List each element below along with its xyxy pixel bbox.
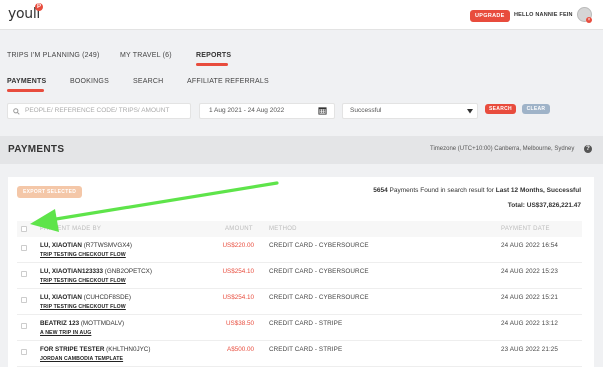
top-bar: [0, 0, 603, 30]
trip-link[interactable]: TRIP TESTING CHECKOUT FLOW: [40, 278, 126, 284]
user-greeting[interactable]: HELLO NANNIE FEIN: [514, 12, 573, 18]
row-checkbox[interactable]: [21, 323, 27, 329]
payer-name-text: LU, XIAOTIAN: [40, 294, 82, 301]
row-checkbox[interactable]: [21, 349, 27, 355]
tab-reports[interactable]: REPORTS: [196, 52, 231, 59]
trip-link[interactable]: A NEW TRIP IN AUG: [40, 330, 91, 336]
reference-code: (MOTTMDALV): [80, 320, 125, 327]
column-header-payment-date[interactable]: PAYMENT DATE: [501, 226, 550, 232]
subtab-bookings[interactable]: BOOKINGS: [70, 78, 109, 85]
column-header-payment-made-by[interactable]: PAYMENT MADE BY: [40, 226, 101, 232]
clear-button[interactable]: CLEAR: [522, 104, 550, 114]
row-checkbox[interactable]: [21, 297, 27, 303]
search-input[interactable]: PEOPLE/ REFERENCE CODE/ TRIPS/ AMOUNT: [7, 103, 191, 119]
table-row[interactable]: [17, 237, 582, 263]
payment-method: CREDIT CARD - STRIPE: [269, 346, 343, 353]
trip-link[interactable]: JORDAN CAMBODIA TEMPLATE: [40, 356, 123, 362]
payment-date: 23 AUG 2022 21:25: [501, 346, 559, 353]
payer-name[interactable]: FOR STRIPE TESTER (KHLTHN0JYC): [40, 346, 150, 353]
payment-amount: US$220.00: [222, 242, 254, 249]
results-found-text: Payments Found in search result for: [387, 187, 496, 194]
payment-amount: A$500.00: [227, 346, 254, 353]
payer-name[interactable]: LU, XIAOTIAN (R7TWSMVGX4): [40, 242, 132, 249]
timezone-label: Timezone (UTC+10:00) Canberra, Melbourne…: [430, 146, 575, 152]
reference-code: (CUHCDF8SDE): [83, 294, 131, 301]
reference-code: (KHLTHN0JYC): [106, 346, 151, 353]
trip-link[interactable]: TRIP TESTING CHECKOUT FLOW: [40, 252, 126, 258]
page-title: PAYMENTS: [8, 144, 65, 155]
column-header-amount[interactable]: AMOUNT: [225, 226, 253, 232]
table-row[interactable]: [17, 263, 582, 289]
reference-code: (R7TWSMVGX4): [83, 242, 133, 249]
tab-trips-planning[interactable]: TRIPS I'M PLANNING (249): [7, 52, 100, 59]
payer-name-text: FOR STRIPE TESTER: [40, 346, 105, 353]
date-range-field[interactable]: 1 Aug 2021 - 24 Aug 2022: [199, 103, 335, 119]
info-icon[interactable]: ?: [584, 145, 592, 153]
avatar-close-badge-icon: ×: [586, 17, 592, 23]
subtab-search[interactable]: SEARCH: [133, 78, 163, 85]
search-icon: [13, 108, 20, 115]
tab-reports-underline: [196, 63, 228, 66]
subtab-payments[interactable]: PAYMENTS: [7, 78, 46, 85]
table-row[interactable]: [17, 289, 582, 315]
table-header: [17, 221, 582, 237]
reference-code: (GNB2OPETCX): [104, 268, 152, 275]
calendar-icon[interactable]: [318, 106, 327, 115]
row-checkbox[interactable]: [21, 271, 27, 277]
results-range: Last 12 Months, Successful: [495, 187, 581, 194]
results-total: Total: US$37,826,221.47: [507, 202, 581, 209]
subtab-payments-underline: [7, 89, 44, 92]
search-button[interactable]: SEARCH: [485, 104, 516, 114]
subtab-affiliate-referrals[interactable]: AFFILIATE REFERRALS: [187, 78, 269, 85]
row-checkbox[interactable]: [21, 245, 27, 251]
select-all-checkbox[interactable]: [21, 226, 27, 232]
column-header-method[interactable]: METHOD: [269, 226, 297, 232]
trip-link[interactable]: TRIP TESTING CHECKOUT FLOW: [40, 304, 126, 310]
payment-amount: US$38.50: [225, 320, 254, 327]
upgrade-button[interactable]: UPGRADE: [470, 10, 510, 22]
payer-name-text: LU, XIAOTIAN: [40, 242, 82, 249]
payment-amount: US$254.10: [222, 294, 254, 301]
payment-method: CREDIT CARD - STRIPE: [269, 320, 343, 327]
payer-name[interactable]: LU, XIAOTIAN (CUHCDF8SDE): [40, 294, 131, 301]
payment-date: 24 AUG 2022 16:54: [501, 242, 559, 249]
tab-my-travel[interactable]: MY TRAVEL (6): [120, 52, 172, 59]
payment-date: 24 AUG 2022 13:12: [501, 320, 559, 327]
results-summary: 5654 Payments Found in search result for…: [373, 187, 581, 194]
payment-amount: US$254.10: [222, 268, 254, 275]
payer-name[interactable]: LU, XIAOTIAN123333 (GNB2OPETCX): [40, 268, 152, 275]
payment-date: 24 AUG 2022 15:21: [501, 294, 559, 301]
payment-method: CREDIT CARD - CYBERSOURCE: [269, 242, 369, 249]
payer-name[interactable]: BEATRIZ 123 (MOTTMDALV): [40, 320, 124, 327]
status-select[interactable]: Successful: [342, 103, 478, 119]
table-row[interactable]: [17, 341, 582, 367]
logo-mark-icon: P: [35, 3, 43, 11]
payment-method: CREDIT CARD - CYBERSOURCE: [269, 268, 369, 275]
dropdown-arrow-icon: [467, 109, 473, 114]
payer-name-text: BEATRIZ 123: [40, 320, 80, 327]
results-count: 5654: [373, 187, 388, 194]
table-row[interactable]: [17, 315, 582, 341]
payer-name-text: LU, XIAOTIAN123333: [40, 268, 103, 275]
payment-method: CREDIT CARD - CYBERSOURCE: [269, 294, 369, 301]
export-selected-button[interactable]: EXPORT SELECTED: [17, 186, 83, 198]
payment-date: 24 AUG 2022 15:23: [501, 268, 559, 275]
